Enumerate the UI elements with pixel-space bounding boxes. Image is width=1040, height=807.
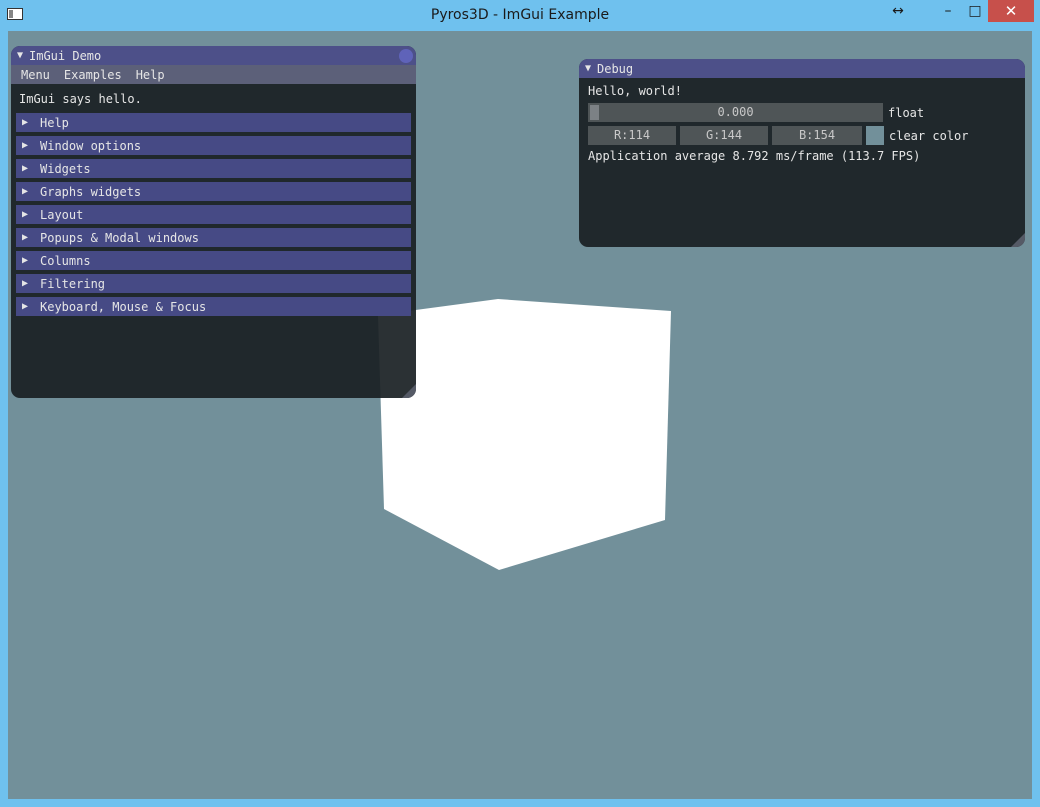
maximize-button[interactable]: □ (962, 0, 988, 22)
demo-menubar: Menu Examples Help (11, 65, 416, 84)
header-layout[interactable]: ▶ Layout (16, 205, 411, 224)
header-help[interactable]: ▶ Help (16, 113, 411, 132)
expand-arrow-icon: ▶ (22, 255, 29, 266)
header-label: Popups & Modal windows (40, 230, 199, 245)
resize-icon[interactable]: ↔ (884, 0, 912, 22)
header-label: Layout (40, 207, 84, 222)
slider-label: float (888, 105, 925, 120)
expand-arrow-icon: ▶ (22, 301, 29, 312)
debug-window-titlebar[interactable]: ▼ Debug (579, 59, 1025, 78)
header-popups-modal[interactable]: ▶ Popups & Modal windows (16, 228, 411, 247)
resize-grip[interactable] (402, 384, 416, 398)
header-label: Graphs widgets (40, 184, 142, 199)
header-label: Window options (40, 138, 142, 153)
expand-arrow-icon: ▶ (22, 163, 29, 174)
close-button[interactable]: ✕ (988, 0, 1034, 22)
menu-item-help[interactable]: Help (136, 68, 165, 82)
fps-stats: Application average 8.792 ms/frame (113.… (588, 149, 921, 163)
resize-grip[interactable] (1011, 233, 1025, 247)
expand-arrow-icon: ▶ (22, 209, 29, 220)
collapse-arrow-icon[interactable]: ▼ (17, 50, 29, 61)
greeting-text: ImGui says hello. (19, 92, 142, 106)
color-g-field[interactable]: G:144 (680, 126, 768, 145)
header-label: Filtering (40, 276, 106, 291)
expand-arrow-icon: ▶ (22, 186, 29, 197)
demo-window-title: ImGui Demo (29, 48, 102, 63)
window-titlebar: Pyros3D - ImGui Example ↔ – □ ✕ (0, 0, 1040, 31)
minimize-button[interactable]: – (934, 0, 962, 22)
collapse-arrow-icon[interactable]: ▼ (585, 63, 597, 74)
slider-value: 0.000 (717, 105, 754, 119)
hello-text: Hello, world! (588, 84, 682, 98)
header-keyboard-mouse-focus[interactable]: ▶ Keyboard, Mouse & Focus (16, 297, 411, 316)
float-slider[interactable]: 0.000 (588, 103, 883, 122)
color-r-field[interactable]: R:114 (588, 126, 676, 145)
window-close-button[interactable] (399, 49, 413, 63)
color-b-field[interactable]: B:154 (772, 126, 862, 145)
expand-arrow-icon: ▶ (22, 117, 29, 128)
color-swatch[interactable] (866, 126, 884, 145)
header-filtering[interactable]: ▶ Filtering (16, 274, 411, 293)
expand-arrow-icon: ▶ (22, 278, 29, 289)
header-label: Keyboard, Mouse & Focus (40, 299, 207, 314)
slider-grab[interactable] (590, 105, 599, 120)
menu-item-menu[interactable]: Menu (21, 68, 50, 82)
menu-item-examples[interactable]: Examples (64, 68, 122, 82)
imgui-demo-window[interactable]: ▼ ImGui Demo Menu Examples Help ImGui sa… (11, 46, 416, 398)
header-window-options[interactable]: ▶ Window options (16, 136, 411, 155)
header-widgets[interactable]: ▶ Widgets (16, 159, 411, 178)
header-label: Help (40, 115, 69, 130)
debug-window[interactable]: ▼ Debug Hello, world! 0.000 float R:114 … (579, 59, 1025, 247)
header-graphs-widgets[interactable]: ▶ Graphs widgets (16, 182, 411, 201)
header-label: Widgets (40, 161, 91, 176)
header-label: Columns (40, 253, 91, 268)
render-viewport[interactable]: ▼ ImGui Demo Menu Examples Help ImGui sa… (8, 31, 1032, 799)
expand-arrow-icon: ▶ (22, 140, 29, 151)
demo-window-titlebar[interactable]: ▼ ImGui Demo (11, 46, 416, 65)
debug-window-title: Debug (597, 61, 634, 76)
cube-shape (378, 299, 671, 570)
color-label: clear color (889, 128, 969, 143)
expand-arrow-icon: ▶ (22, 232, 29, 243)
header-columns[interactable]: ▶ Columns (16, 251, 411, 270)
